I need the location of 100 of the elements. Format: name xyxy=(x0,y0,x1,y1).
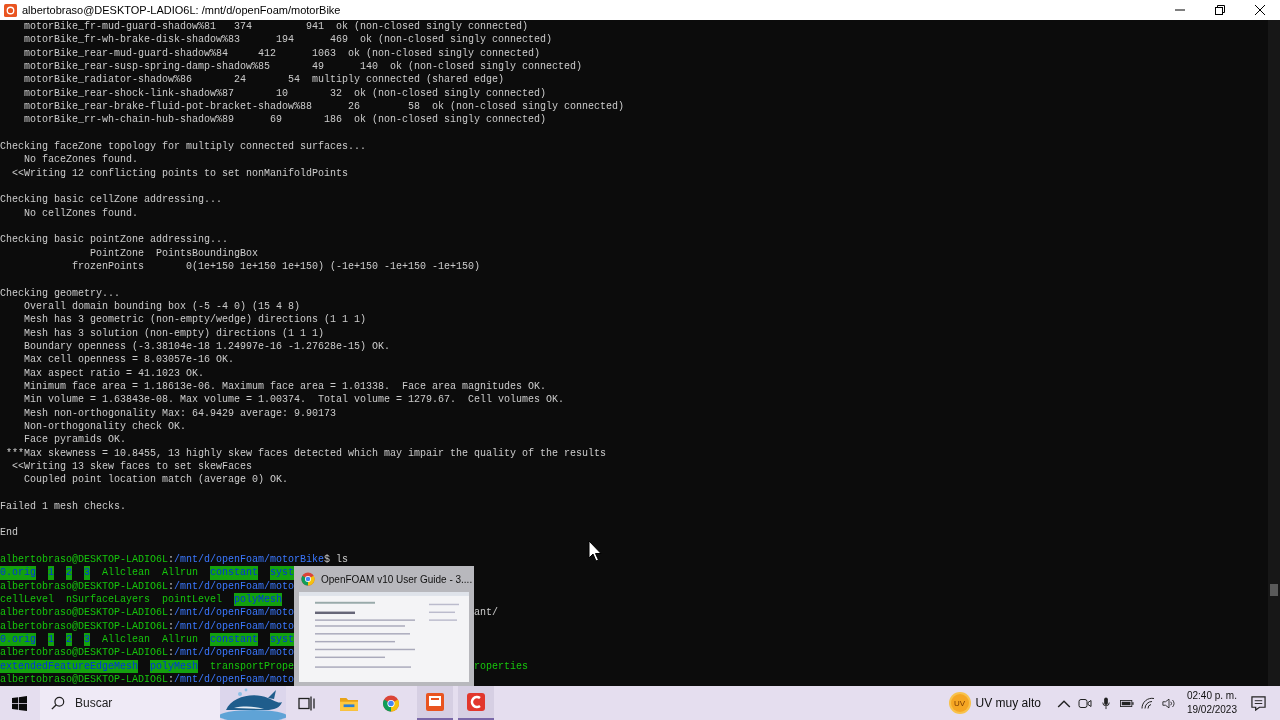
command-text: ant/ xyxy=(474,606,499,620)
output-line: motorBike_fr-wh-brake-disk-shadow%83 194 469 ok (non-closed singly connected) xyxy=(23,33,553,47)
prompt-user: albertobraso@DESKTOP-LADIO6L xyxy=(0,646,169,660)
prompt-symbol: : xyxy=(168,646,175,660)
output-line: Mesh has 3 solution (non-empty) directions (1 1 1) xyxy=(23,326,325,340)
output-line: motorBike_rr-wh-chain-hub-shadow%89 69 186 ok (non-closed singly connected) xyxy=(23,113,547,127)
prompt-symbol: : xyxy=(168,673,175,687)
directory-name: syst xyxy=(270,566,295,580)
file-name: roperties xyxy=(474,659,529,674)
output-line: End xyxy=(0,526,18,540)
directory-name: 0.orig xyxy=(0,566,36,580)
letter-c-app-icon xyxy=(467,693,485,711)
directory-name: 2 xyxy=(66,566,73,580)
output-line: motorBike_rear-mud-guard-shadow%84 412 1063 ok (non-closed singly connected) xyxy=(23,46,541,60)
output-line: Minimum face area = 1.18613e-06. Maximum face area = 1.01338. Face area magnitudes OK. xyxy=(23,379,547,394)
output-line: motorBike_radiator-shadow%86 24 54 multiply connected (shared edge) xyxy=(23,73,505,87)
scroll-thumb[interactable] xyxy=(1270,584,1278,596)
windows-start-icon[interactable] xyxy=(12,695,27,711)
mouse-pointer-icon xyxy=(588,540,602,562)
directory-name: polyMesh xyxy=(234,593,283,607)
output-line: Min volume = 1.63843e-08. Max volume = 1.00374. Total volume = 1279.67. Cell volumes OK. xyxy=(23,393,565,407)
output-line: motorBike_fr-mud-guard-shadow%81 374 941 ok (non-closed singly connected) xyxy=(23,20,529,34)
directory-name: 0.orig xyxy=(0,633,36,647)
weather-text[interactable]: UV muy alto xyxy=(975,696,1041,710)
output-line: Failed 1 mesh checks. xyxy=(0,499,127,514)
output-line: Coupled point location match (average 0) OK. xyxy=(23,473,289,487)
app-taskbar-button[interactable] xyxy=(458,686,494,720)
prompt-user: albertobraso@DESKTOP-LADIO6L xyxy=(0,606,169,620)
directory-name: constant xyxy=(210,566,259,580)
terminal-app-icon xyxy=(4,3,17,17)
directory-name: polyMesh xyxy=(150,659,199,674)
file-name: cellLevel xyxy=(0,593,54,607)
output-line: Max cell openness = 8.03057e-16 OK. xyxy=(23,353,235,367)
prompt-path: /mnt/d/openFoam/moto xyxy=(174,606,295,620)
file-name: Allclean xyxy=(102,566,151,580)
file-name: Allclean xyxy=(102,633,151,647)
file-name: Allrun xyxy=(162,566,199,580)
output-line: frozenPoints 0(1e+150 1e+150 1e+150) (-1e+150 -1e+150 -1e+150) xyxy=(71,259,481,274)
prompt-user: albertobraso@DESKTOP-LADIO6L xyxy=(0,673,169,687)
window-preview[interactable]: OpenFOAM v10 User Guide - 3.... xyxy=(294,566,474,686)
output-line: No faceZones found. xyxy=(23,153,139,167)
terminal-app-icon xyxy=(426,693,444,711)
scrollbar[interactable] xyxy=(1268,20,1280,686)
output-line: Checking basic cellZone addressing... xyxy=(0,193,223,207)
volume-icon[interactable] xyxy=(1161,696,1176,710)
chrome-icon[interactable] xyxy=(382,694,400,712)
search-icon xyxy=(51,696,65,710)
camera-icon[interactable] xyxy=(1077,696,1092,710)
output-line: <<Writing 12 conflicting points to set nonManifoldPoints xyxy=(11,166,349,180)
directory-name: constant xyxy=(210,633,259,647)
output-line: ***Max skewness = 10.8455, 13 highly skew faces detected which may impair the quality of the results xyxy=(5,446,607,460)
output-line: <<Writing 13 skew faces to set skewFaces xyxy=(11,459,253,474)
output-line: Checking basic pointZone addressing... xyxy=(0,233,229,247)
output-line: Checking faceZone topology for multiply connected surfaces... xyxy=(0,139,367,154)
output-line: Checking geometry... xyxy=(0,286,121,300)
prompt-path: /mnt/d/openFoam/moto xyxy=(174,579,295,594)
output-line: motorBike_rear-shock-link-shadow%87 10 32 ok (non-closed singly connected) xyxy=(23,86,547,100)
output-line: No cellZones found. xyxy=(23,206,139,220)
prompt-symbol: : xyxy=(168,553,175,567)
command-text: $ ls xyxy=(324,553,349,567)
prompt-symbol: : xyxy=(168,579,175,594)
close-icon xyxy=(1255,5,1265,15)
output-line: motorBike_rear-brake-fluid-pot-bracket-shadow%88 26 58 ok (non-closed singly connected) xyxy=(23,99,625,114)
output-line: Mesh has 3 geometric (non-empty/wedge) directions (1 1 1) xyxy=(23,313,367,327)
directory-name: 2 xyxy=(66,633,73,647)
clock-time[interactable]: 02:40 p. m. xyxy=(1186,689,1237,703)
file-name: transportPrope xyxy=(210,659,295,674)
clock-date[interactable]: 19/02/2023 xyxy=(1186,703,1237,717)
output-line: Max aspect ratio = 41.1023 OK. xyxy=(23,366,205,380)
notification-icon[interactable] xyxy=(1251,695,1266,711)
file-name: pointLevel xyxy=(162,593,223,607)
output-line: Overall domain bounding box (-5 -4 0) (15 4 8) xyxy=(23,299,301,314)
prompt-user: albertobraso@DESKTOP-LADIO6L xyxy=(0,619,169,634)
file-name: Allrun xyxy=(162,633,199,647)
output-line: Mesh non-orthogonality Max: 64.9429 average: 9.90173 xyxy=(23,406,337,420)
search-field[interactable]: Buscar xyxy=(75,696,185,710)
wifi-icon[interactable] xyxy=(1140,696,1155,710)
file-name: nSurfaceLayers xyxy=(66,593,151,607)
directory-name: 1 xyxy=(48,633,55,647)
output-line: Non-orthogonality check OK. xyxy=(23,419,187,434)
directory-name: 3 xyxy=(84,633,91,647)
directory-name: 3 xyxy=(84,566,91,580)
directory-name: extendedFeatureEdgeMesh xyxy=(0,659,139,674)
uv-badge-icon[interactable]: UV xyxy=(950,694,969,712)
prompt-user: albertobraso@DESKTOP-LADIO6L xyxy=(0,553,169,567)
prompt-path: /mnt/d/openFoam/motorBike xyxy=(174,553,325,567)
output-line: Boundary openness (-3.38104e-18 1.24997e-16 -1.27628e-15) OK. xyxy=(23,339,391,354)
output-line: motorBike_rear-susp-spring-damp-shadow%85 49 140 ok (non-closed singly connected) xyxy=(23,60,583,74)
output-line: Face pyramids OK. xyxy=(23,433,127,447)
prompt-path: /mnt/d/openFoam/moto xyxy=(174,673,295,687)
task-view-icon[interactable] xyxy=(298,694,316,712)
prompt-user: albertobraso@DESKTOP-LADIO6L xyxy=(0,579,169,594)
output-line: PointZone PointsBoundingBox xyxy=(89,246,259,260)
prompt-path: /mnt/d/openFoam/moto xyxy=(174,619,295,634)
preview-title: OpenFOAM v10 User Guide - 3.... xyxy=(321,573,473,585)
window-title: albertobraso@DESKTOP-LADIO6L: /mnt/d/openFoam/motorBike xyxy=(22,4,341,16)
directory-name: syst xyxy=(270,633,295,647)
prompt-symbol: : xyxy=(168,606,175,620)
directory-name: 1 xyxy=(48,566,55,580)
terminal-taskbar-button[interactable] xyxy=(417,686,453,720)
